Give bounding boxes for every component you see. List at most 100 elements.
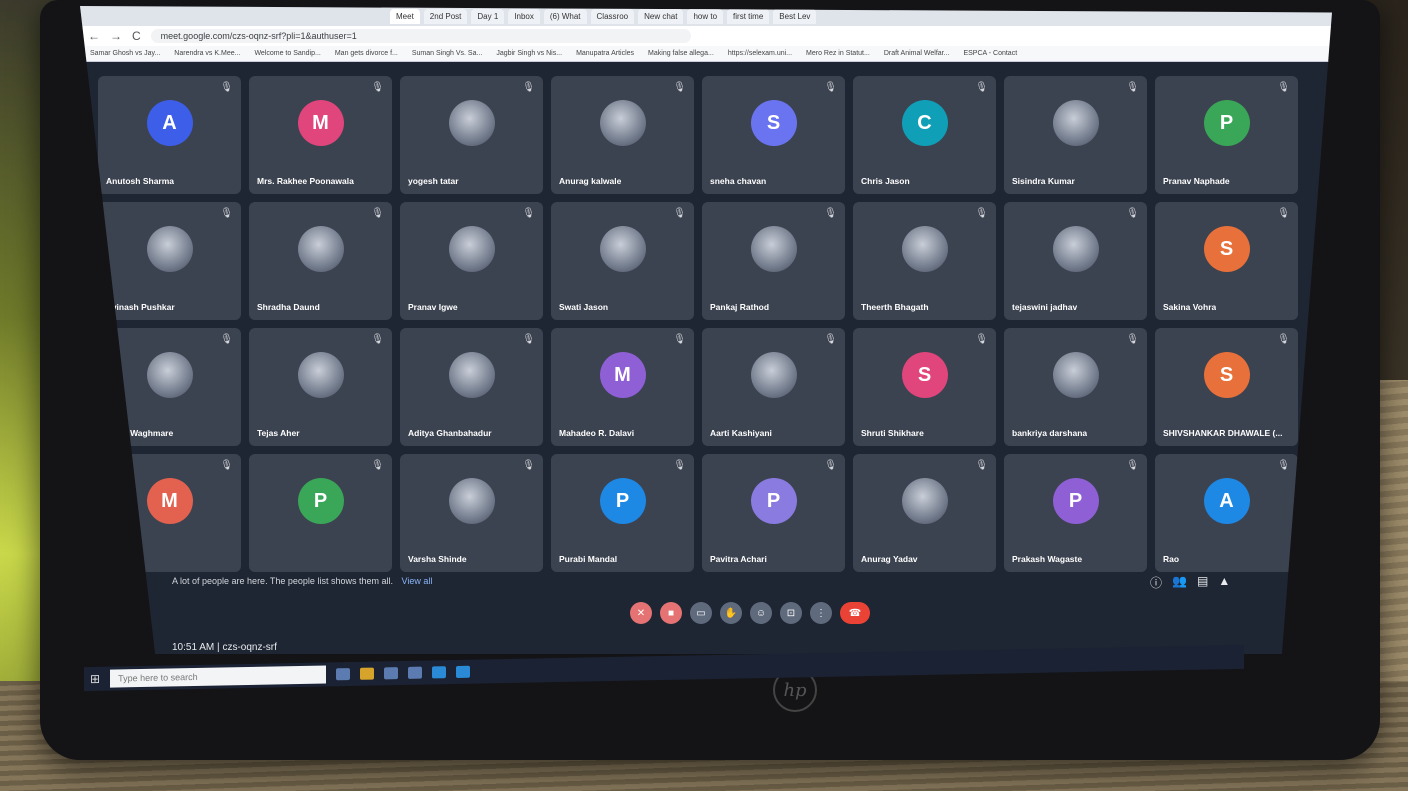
bookmark-item[interactable]: Welcome to Sandip... — [254, 50, 320, 57]
participant-tile[interactable]: 🎙 Aditya Ghanbahadur — [400, 328, 543, 446]
bookmark-item[interactable]: Narendra vs K.Mee... — [174, 50, 240, 57]
participant-grid: 🎙 A Anutosh Sharma 🎙 M Mrs. Rakhee Poonawala 🎙… — [98, 76, 1298, 572]
mail-icon[interactable] — [408, 666, 423, 679]
people-icon[interactable]: 👥 — [1172, 574, 1187, 591]
browser-tab[interactable]: Inbox — [508, 8, 540, 24]
participant-tile[interactable]: 🎙 P Prakash Wagaste — [1004, 454, 1147, 572]
browser-tab[interactable]: Day 1 — [471, 8, 505, 24]
mic-muted-icon: 🎙 — [824, 334, 837, 345]
participant-photo — [1052, 226, 1099, 273]
mic-muted-icon: 🎙 — [522, 208, 535, 219]
participant-name: Shradha Daund — [257, 302, 320, 312]
browser-tab[interactable]: Classroo — [590, 8, 635, 24]
participant-tile[interactable]: 🎙 A Rao — [1155, 454, 1298, 572]
browser-tab[interactable]: Meet — [390, 8, 420, 24]
participant-tile[interactable]: 🎙 Shradha Daund — [249, 202, 392, 320]
task-view-icon[interactable] — [336, 668, 351, 681]
participant-name: Shruti Shikhare — [861, 428, 924, 438]
mic-muted-icon: 🎙 — [975, 334, 988, 345]
participant-tile[interactable]: 🎙 Theerth Bhagath — [853, 202, 996, 320]
raise-hand-icon[interactable]: ✋ — [720, 602, 742, 624]
mic-muted-icon: 🎙 — [975, 208, 988, 219]
participant-tile[interactable]: 🎙 P Pavitra Achari — [702, 454, 845, 572]
taskbar-search-input[interactable]: Type here to search — [110, 665, 327, 688]
file-explorer-icon[interactable] — [384, 667, 399, 680]
participant-tile[interactable]: 🎙 yogesh tatar — [400, 76, 543, 194]
chat-icon[interactable]: ▤ — [1197, 574, 1208, 591]
view-all-link[interactable]: View all — [401, 576, 432, 586]
bookmark-item[interactable]: Making false allega... — [648, 50, 714, 57]
reload-icon[interactable]: C — [132, 29, 141, 43]
store-icon[interactable] — [360, 667, 375, 680]
participant-photo — [1052, 100, 1099, 147]
browser-tab[interactable]: New chat — [638, 8, 684, 24]
participant-name: Pranav Naphade — [1163, 176, 1230, 186]
bookmark-item[interactable]: Draft Animal Welfar... — [884, 50, 950, 57]
more-options-icon[interactable]: ⋮ — [810, 602, 832, 624]
participant-tile[interactable]: 🎙 P — [249, 454, 392, 572]
back-icon[interactable]: ← — [88, 29, 100, 43]
mic-muted-icon: 🎙 — [522, 334, 535, 345]
activities-icon[interactable]: ▲ — [1218, 574, 1230, 591]
chrome-icon[interactable] — [432, 666, 447, 679]
participant-tile[interactable]: 🎙 Anurag kalwale — [551, 76, 694, 194]
participant-tile[interactable]: 🎙 P Purabi Mandal — [551, 454, 694, 572]
participant-tile[interactable]: 🎙 A Anutosh Sharma — [98, 76, 241, 194]
participant-tile[interactable]: 🎙 tejaswini jadhav — [1004, 202, 1147, 320]
participant-avatar: S — [1203, 352, 1250, 399]
participant-tile[interactable]: 🎙 S Shruti Shikhare — [853, 328, 996, 446]
mic-muted-icon: 🎙 — [1277, 460, 1290, 471]
captions-icon[interactable]: ▭ — [690, 602, 712, 624]
participant-name: Sisindra Kumar — [1012, 176, 1075, 186]
info-icon[interactable]: ⓘ — [1150, 574, 1162, 591]
edge-icon[interactable] — [456, 665, 471, 678]
participant-tile[interactable]: 🎙 Pranav Igwe — [400, 202, 543, 320]
forward-icon[interactable]: → — [110, 29, 122, 43]
bookmark-item[interactable]: https://selexam.uni... — [728, 50, 792, 57]
participant-tile[interactable]: 🎙 S Sakina Vohra — [1155, 202, 1298, 320]
browser-tab[interactable]: 2nd Post — [423, 8, 468, 24]
participant-tile[interactable]: 🎙 Sisindra Kumar — [1004, 76, 1147, 194]
participant-photo — [448, 100, 495, 147]
participant-tile[interactable]: 🎙 Anurag Yadav — [853, 454, 996, 572]
participant-tile[interactable]: 🎙 Pankaj Rathod — [702, 202, 845, 320]
participant-tile[interactable]: 🎙 Tejas Aher — [249, 328, 392, 446]
participant-tile[interactable]: 🎙 P Pranav Naphade — [1155, 76, 1298, 194]
address-input[interactable]: meet.google.com/czs-oqnz-srf?pli=1&authu… — [150, 29, 691, 43]
browser-tab[interactable]: how to — [687, 8, 724, 24]
participant-tile[interactable]: 🎙 M Mrs. Rakhee Poonawala — [249, 76, 392, 194]
participant-tile[interactable]: 🎙 bankriya darshana — [1004, 328, 1147, 446]
side-controls: ⓘ 👥 ▤ ▲ — [1150, 574, 1230, 591]
mic-muted-icon: 🎙 — [220, 334, 233, 345]
bookmark-item[interactable]: Suman Singh Vs. Sa... — [412, 50, 482, 57]
participant-tile[interactable]: 🎙 Aarti Kashiyani — [702, 328, 845, 446]
end-call-icon[interactable]: ☎ — [840, 602, 870, 624]
emoji-icon[interactable]: ☺ — [750, 602, 772, 624]
mic-off-icon[interactable]: ✕ — [630, 602, 652, 624]
participant-tile[interactable]: 🎙 S SHIVSHANKAR DHAWALE (... — [1155, 328, 1298, 446]
participant-tile[interactable]: 🎙 Ssneha chavan — [702, 76, 845, 194]
browser-tab[interactable]: (6) What — [543, 8, 587, 24]
windows-start-icon[interactable]: ⊞ — [90, 672, 100, 686]
participant-tile[interactable]: 🎙 M Mahadeo R. Dalavi — [551, 328, 694, 446]
mic-muted-icon: 🎙 — [673, 460, 686, 471]
bookmark-item[interactable]: Samar Ghosh vs Jay... — [90, 50, 160, 57]
present-icon[interactable]: ⊡ — [780, 602, 802, 624]
participant-name: Anurag kalwale — [559, 176, 622, 186]
mic-muted-icon: 🎙 — [371, 208, 384, 219]
mic-muted-icon: 🎙 — [1277, 334, 1290, 345]
bookmark-item[interactable]: Man gets divorce f... — [335, 50, 398, 57]
browser-tab[interactable]: Best Lev — [773, 8, 817, 24]
bookmark-item[interactable]: ESPCA - Contact — [963, 50, 1017, 57]
participant-tile[interactable]: 🎙 C Chris Jason — [853, 76, 996, 194]
mic-muted-icon: 🎙 — [824, 460, 837, 471]
participant-tile[interactable]: 🎙 Avinash Pushkar — [98, 202, 241, 320]
participant-tile[interactable]: 🎙 Swati Jason — [551, 202, 694, 320]
bookmark-item[interactable]: Manupatra Articles — [576, 50, 634, 57]
bookmark-item[interactable]: Mero Rez in Statut... — [806, 50, 870, 57]
bookmark-item[interactable]: Jagbir Singh vs Nis... — [496, 50, 562, 57]
camera-off-icon[interactable]: ■ — [660, 602, 682, 624]
participant-photo — [1052, 352, 1099, 399]
browser-tab[interactable]: first time — [727, 8, 770, 24]
participant-tile[interactable]: 🎙 Varsha Shinde — [400, 454, 543, 572]
